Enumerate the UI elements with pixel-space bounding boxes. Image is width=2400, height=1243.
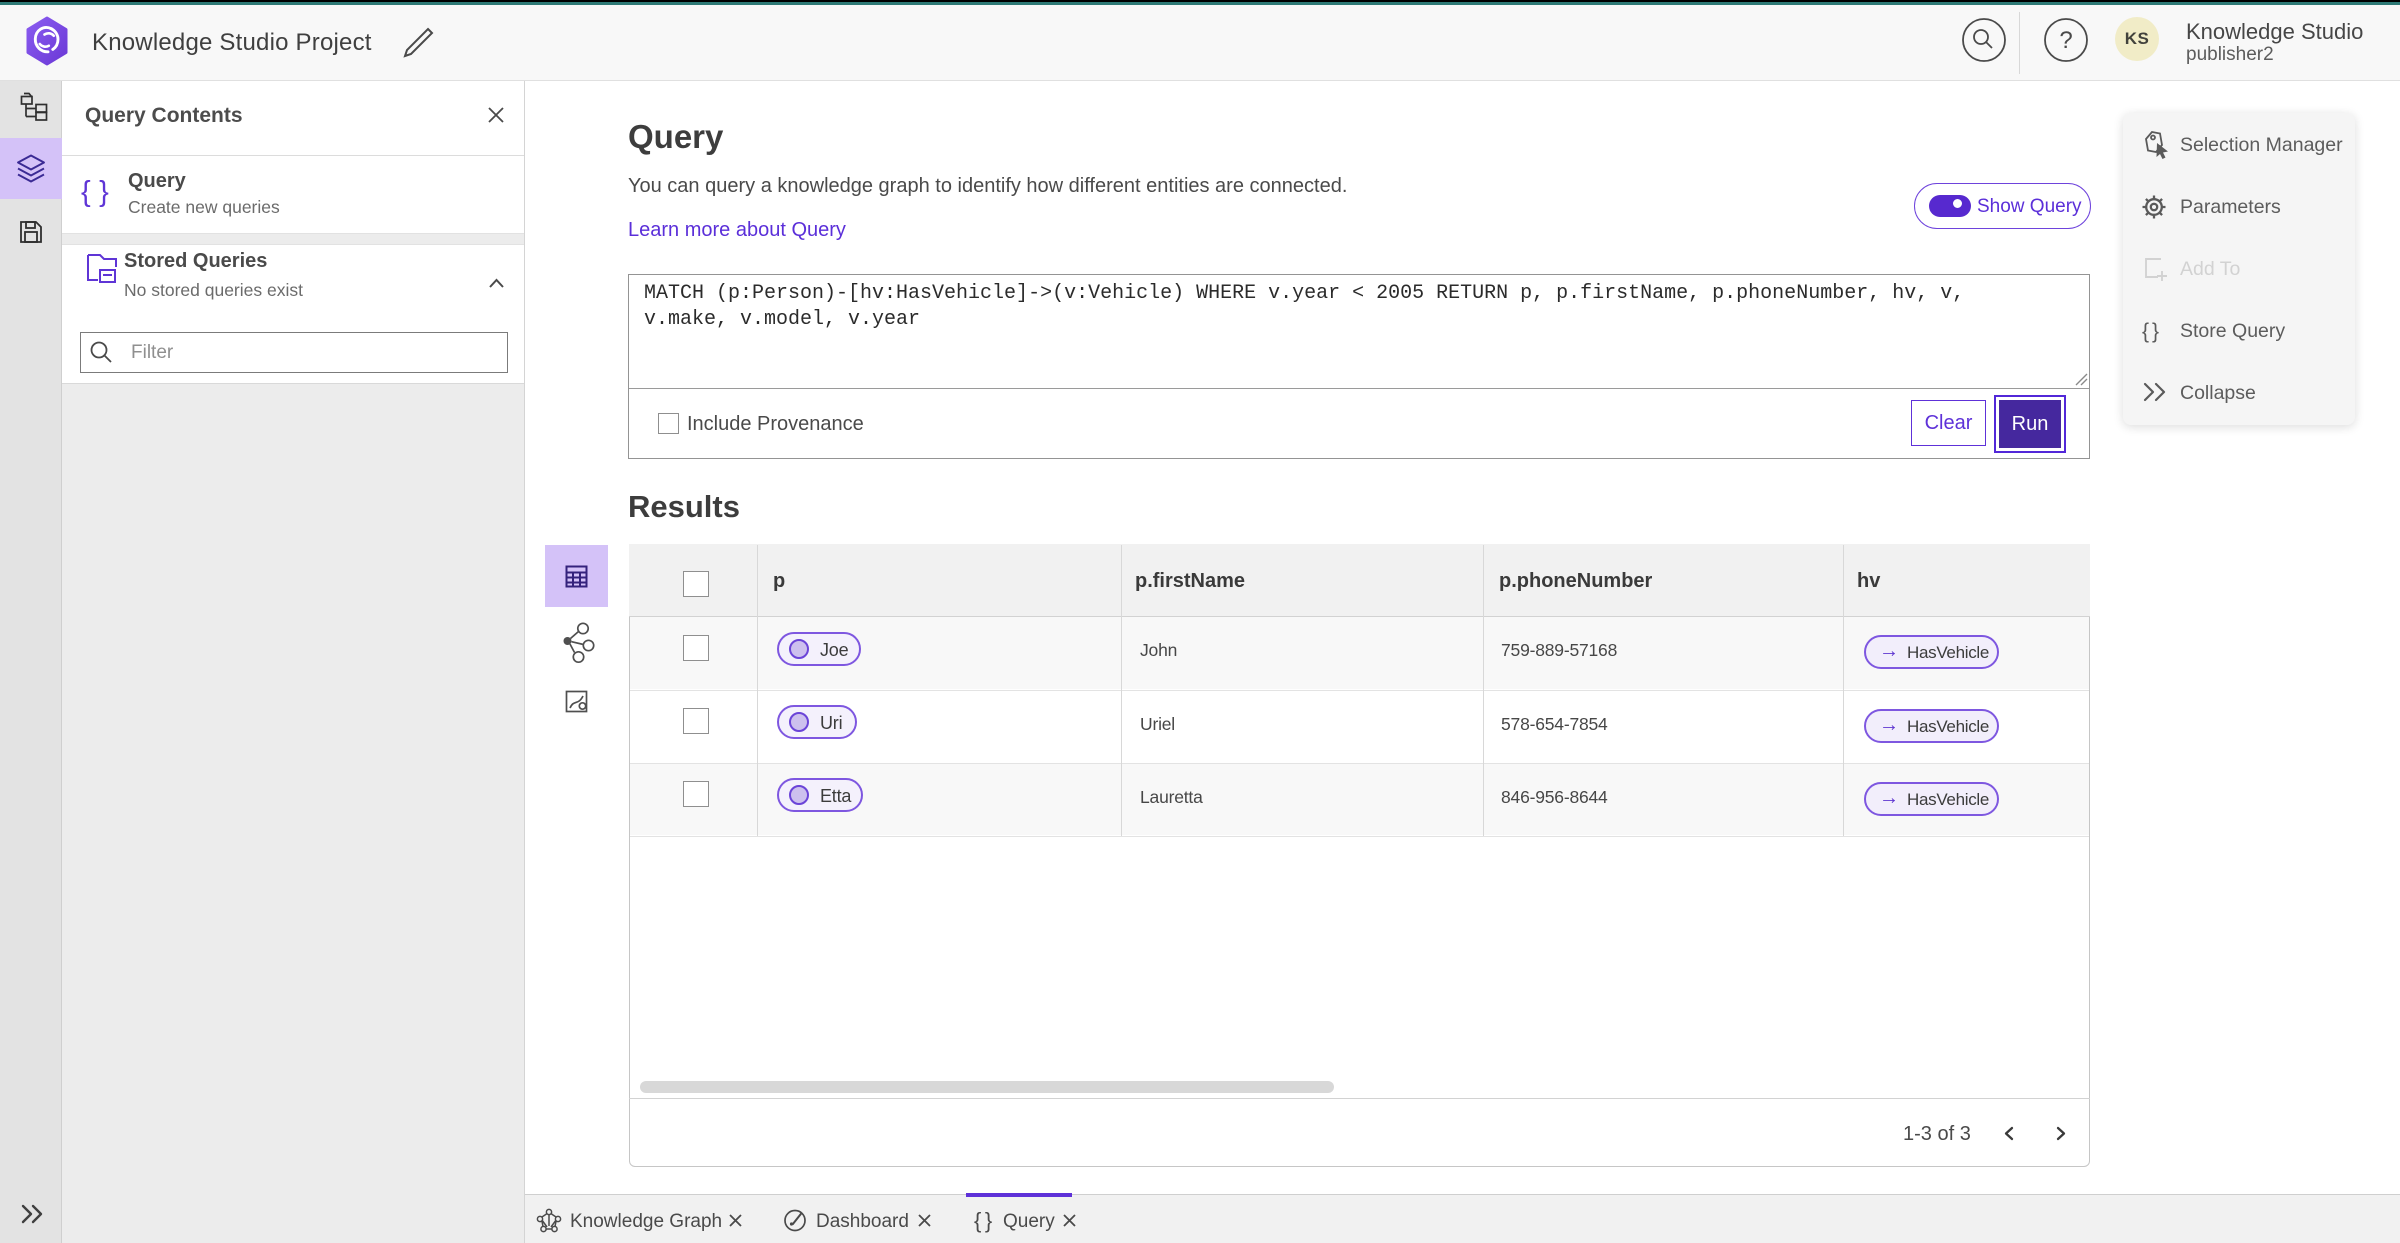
svg-text:?: ?	[2059, 27, 2072, 54]
